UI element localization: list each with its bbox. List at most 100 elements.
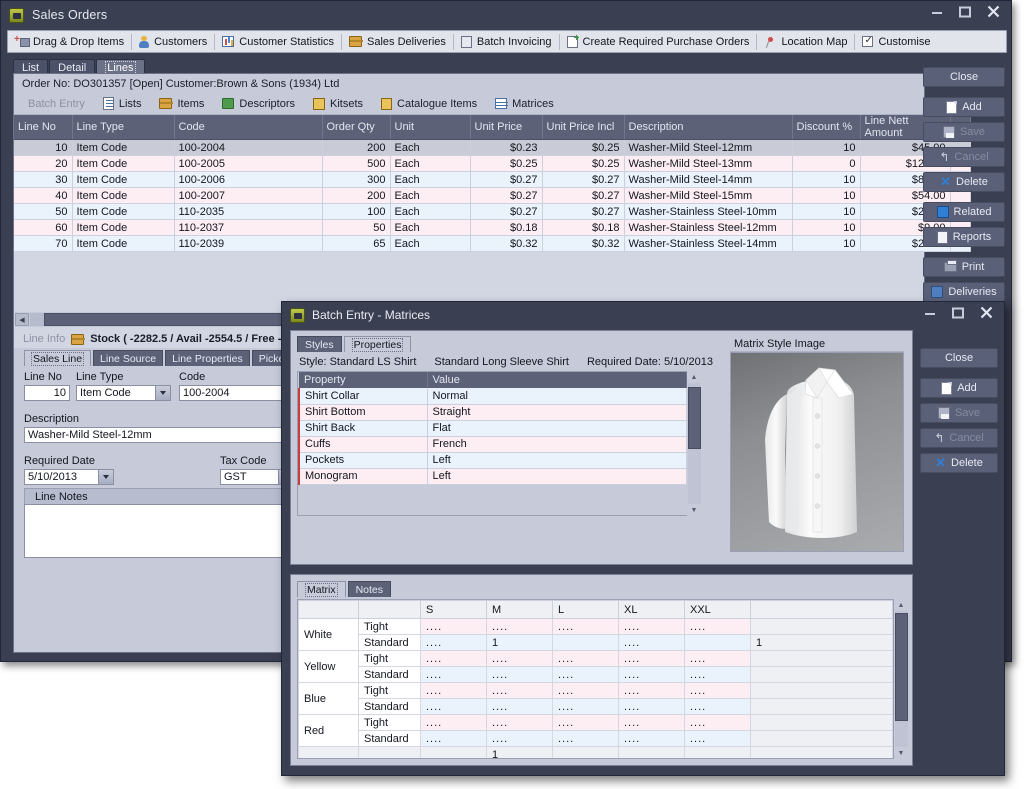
cell-qty-m[interactable]: .... <box>487 731 553 747</box>
table-row[interactable]: Standard .... .... .... .... .... <box>299 731 893 747</box>
tab-line-source[interactable]: Line Source <box>93 350 163 366</box>
cell-qty-l[interactable]: .... <box>553 683 619 699</box>
table-row[interactable]: Yellow Tight .... .... .... .... .... <box>299 651 893 667</box>
close-button[interactable]: Close <box>923 67 1005 87</box>
vscroll-thumb[interactable] <box>688 387 701 449</box>
reports-button[interactable]: Reports <box>923 227 1005 247</box>
cell-qty-l[interactable]: .... <box>553 731 619 747</box>
tab-styles[interactable]: Styles <box>297 336 342 352</box>
related-button[interactable]: Related <box>923 202 1005 222</box>
table-row[interactable]: 70 Item Code 110-2039 65 Each $0.32 $0.3… <box>14 236 970 252</box>
table-row[interactable]: 40 Item Code 100-2007 200 Each $0.27 $0.… <box>14 188 970 204</box>
cell-qty-xxl[interactable]: .... <box>685 619 751 635</box>
cancel-button[interactable]: ↰Cancel <box>923 147 1005 167</box>
batch-item-matrices[interactable]: Matrices <box>487 94 562 114</box>
cell-qty-s[interactable]: .... <box>421 667 487 683</box>
cell-qty-xxl[interactable]: .... <box>685 683 751 699</box>
toolbar-item-batch-invoicing[interactable]: Batch Invoicing <box>454 31 559 52</box>
cell-qty-xl[interactable]: .... <box>619 731 685 747</box>
cell-qty-m[interactable]: .... <box>487 699 553 715</box>
cell-qty-xxl[interactable]: .... <box>685 731 751 747</box>
cell-qty-xxl[interactable]: .... <box>685 667 751 683</box>
col-unit-price[interactable]: Unit Price <box>470 115 542 140</box>
cell-qty-xxl[interactable]: .... <box>685 715 751 731</box>
cell-qty-s[interactable]: .... <box>421 731 487 747</box>
table-row[interactable]: Blue Tight .... .... .... .... .... <box>299 683 893 699</box>
code-input[interactable]: 100-2004 <box>179 385 294 401</box>
col-unit[interactable]: Unit <box>390 115 470 140</box>
cell-qty-m[interactable]: .... <box>487 651 553 667</box>
cell-qty-l[interactable]: .... <box>553 651 619 667</box>
table-row[interactable]: Standard .... .... .... .... .... <box>299 667 893 683</box>
cell-qty-l[interactable] <box>553 635 619 651</box>
cell-qty-l[interactable]: .... <box>553 619 619 635</box>
toolbar-item-customise[interactable]: Customise <box>855 31 937 52</box>
table-row[interactable]: Monogram Left <box>299 468 687 484</box>
cell-qty-xxl[interactable]: .... <box>685 651 751 667</box>
add-button[interactable]: Add <box>923 97 1005 117</box>
toolbar-item-create-purchase-orders[interactable]: Create Required Purchase Orders <box>560 31 757 52</box>
tab-line-properties[interactable]: Line Properties <box>165 350 250 366</box>
table-row[interactable]: Standard .... .... .... .... .... <box>299 699 893 715</box>
col-discount[interactable]: Discount % <box>792 115 860 140</box>
minimize-button[interactable] <box>931 6 947 18</box>
cell-qty-l[interactable]: .... <box>553 699 619 715</box>
deliveries-button[interactable]: Deliveries <box>923 282 1005 302</box>
batch-item-kitsets[interactable]: Kitsets <box>305 94 371 114</box>
save-button[interactable]: Save <box>923 122 1005 142</box>
col-line-type[interactable]: Line Type <box>72 115 174 140</box>
col-unit-price-incl[interactable]: Unit Price Incl <box>542 115 624 140</box>
cell-qty-s[interactable]: .... <box>421 683 487 699</box>
col-order-qty[interactable]: Order Qty <box>322 115 390 140</box>
scroll-up-button[interactable]: ▲ <box>895 599 908 611</box>
toolbar-item-drag-drop-items[interactable]: Drag & Drop Items <box>8 31 131 52</box>
cell-qty-l[interactable]: .... <box>553 667 619 683</box>
scroll-down-button[interactable]: ▼ <box>895 747 908 759</box>
dialog-add-button[interactable]: Add <box>920 378 998 398</box>
dialog-maximize-button[interactable] <box>952 307 968 319</box>
cell-qty-s[interactable]: .... <box>421 651 487 667</box>
matrix-vertical-scrollbar[interactable]: ▲ ▼ <box>894 599 908 759</box>
table-row[interactable]: Shirt Collar Normal <box>299 388 687 404</box>
col-size-s[interactable]: S <box>421 601 487 619</box>
cell-qty-xl[interactable]: .... <box>619 619 685 635</box>
cell-qty-xl[interactable]: .... <box>619 635 685 651</box>
line-type-combo[interactable]: Item Code <box>76 385 171 401</box>
cell-qty-s[interactable]: .... <box>421 715 487 731</box>
col-value[interactable]: Value <box>427 372 687 388</box>
col-size-m[interactable]: M <box>487 601 553 619</box>
description-input[interactable]: Washer-Mild Steel-12mm <box>24 427 294 443</box>
line-no-input[interactable]: 10 <box>24 385 70 401</box>
cell-qty-m[interactable]: .... <box>487 619 553 635</box>
col-size-xl[interactable]: XL <box>619 601 685 619</box>
table-row[interactable]: 60 Item Code 110-2037 50 Each $0.18 $0.1… <box>14 220 970 236</box>
cell-qty-xxl[interactable] <box>685 635 751 651</box>
required-date-value[interactable]: 5/10/2013 <box>24 469 98 485</box>
batch-item-catalogue-items[interactable]: Catalogue Items <box>373 94 485 114</box>
scroll-down-button[interactable]: ▼ <box>688 504 701 516</box>
col-size-xxl[interactable]: XXL <box>685 601 751 619</box>
tab-sales-line[interactable]: Sales Line <box>24 350 91 366</box>
cell-qty-xl[interactable]: .... <box>619 715 685 731</box>
table-row[interactable]: Shirt Bottom Straight <box>299 404 687 420</box>
scroll-left-button[interactable]: ◀ <box>15 313 29 326</box>
cell-qty-xl[interactable]: .... <box>619 699 685 715</box>
dialog-close-button[interactable]: Close <box>920 348 998 368</box>
tax-code-value[interactable]: GST <box>220 469 278 485</box>
cell-qty-s[interactable]: .... <box>421 699 487 715</box>
table-row[interactable]: 30 Item Code 100-2006 300 Each $0.27 $0.… <box>14 172 970 188</box>
vscroll-thumb[interactable] <box>895 613 908 721</box>
table-row[interactable]: White Tight .... .... .... .... .... <box>299 619 893 635</box>
toolbar-item-customers[interactable]: Customers <box>132 31 214 52</box>
required-date-combo[interactable]: 5/10/2013 <box>24 469 114 485</box>
chevron-down-icon[interactable] <box>155 385 171 401</box>
close-button[interactable] <box>987 5 1003 18</box>
table-row[interactable]: 10 Item Code 100-2004 200 Each $0.23 $0.… <box>14 140 970 156</box>
scroll-up-button[interactable]: ▲ <box>688 371 701 383</box>
col-line-no[interactable]: Line No <box>14 115 72 140</box>
dialog-close-button[interactable] <box>980 306 996 319</box>
table-row[interactable]: 20 Item Code 100-2005 500 Each $0.25 $0.… <box>14 156 970 172</box>
cell-qty-xl[interactable]: .... <box>619 667 685 683</box>
print-button[interactable]: Print <box>923 257 1005 277</box>
dialog-save-button[interactable]: Save <box>920 403 998 423</box>
